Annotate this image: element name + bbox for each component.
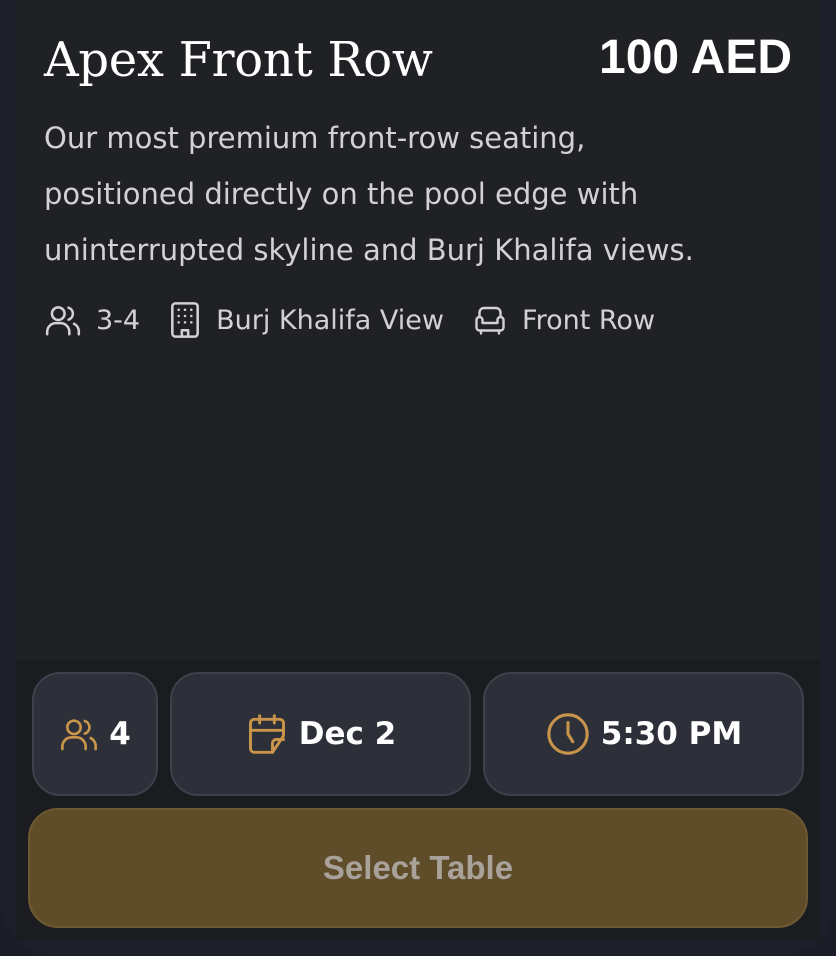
feature-capacity: 3-4 xyxy=(44,301,140,339)
select-table-button[interactable]: Select Table xyxy=(28,808,808,928)
date-selector[interactable]: Dec 2 xyxy=(170,672,471,796)
feature-view: Burj Khalifa View xyxy=(168,301,444,339)
table-description: Our most premium front-row seating, posi… xyxy=(44,121,694,267)
feature-capacity-label: 3-4 xyxy=(96,304,141,336)
table-price: 100 AED xyxy=(599,31,792,84)
time-value: 5:30 PM xyxy=(600,716,743,752)
guests-value: 4 xyxy=(109,716,131,752)
feature-position: Front Row xyxy=(472,302,655,338)
time-selector[interactable]: 5:30 PM xyxy=(483,672,804,796)
guests-selector[interactable]: 4 xyxy=(32,672,158,796)
building-icon xyxy=(168,301,202,339)
table-features: 3-4 Burj Khalifa View Front Row xyxy=(44,300,683,340)
booking-footer: 4 Dec 2 5:30 PM Select Table xyxy=(16,660,820,940)
table-name: Apex Front Row xyxy=(44,32,433,88)
feature-view-label: Burj Khalifa View xyxy=(216,304,445,336)
sofa-icon xyxy=(472,302,508,338)
feature-position-label: Front Row xyxy=(522,304,656,336)
users-icon xyxy=(59,714,99,754)
date-value: Dec 2 xyxy=(298,716,397,752)
clock-icon xyxy=(545,711,591,757)
table-info-card: Apex Front Row 100 AED Our most premium … xyxy=(16,0,820,660)
table-detail-sheet: Apex Front Row 100 AED Our most premium … xyxy=(0,0,836,956)
users-icon xyxy=(44,301,82,339)
calendar-icon xyxy=(245,712,289,756)
